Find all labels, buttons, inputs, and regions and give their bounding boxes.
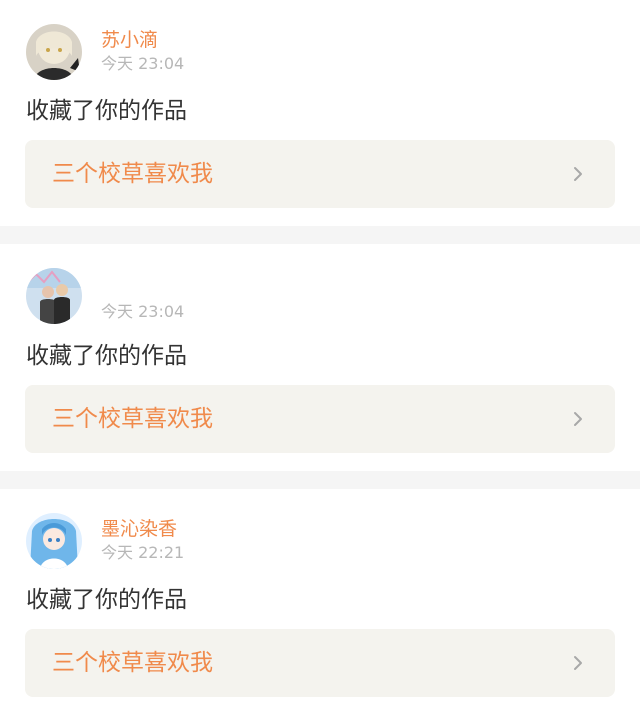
work-link-card[interactable]: 三个校草喜欢我 xyxy=(25,629,615,697)
notification-card: 苏小滴 今天 23:04 收藏了你的作品 三个校草喜欢我 xyxy=(0,0,640,226)
work-title: 三个校草喜欢我 xyxy=(52,161,213,187)
timestamp: 今天 23:04 xyxy=(101,54,185,73)
chevron-right-icon xyxy=(569,410,587,428)
action-text: 收藏了你的作品 xyxy=(26,343,187,369)
work-title: 三个校草喜欢我 xyxy=(52,406,213,432)
blue-anime-avatar-icon[interactable] xyxy=(26,513,82,569)
timestamp: 今天 22:21 xyxy=(101,543,185,562)
couple-photo-avatar-icon[interactable] xyxy=(26,268,82,324)
username[interactable]: 苏小滴 xyxy=(101,29,158,51)
timestamp: 今天 23:04 xyxy=(101,302,185,321)
work-link-card[interactable]: 三个校草喜欢我 xyxy=(25,385,615,453)
notification-card: 今天 23:04 收藏了你的作品 三个校草喜欢我 xyxy=(0,244,640,471)
chevron-right-icon xyxy=(569,165,587,183)
action-text: 收藏了你的作品 xyxy=(26,98,187,124)
work-link-card[interactable]: 三个校草喜欢我 xyxy=(25,140,615,208)
notification-card: 墨沁染香 今天 22:21 收藏了你的作品 三个校草喜欢我 xyxy=(0,489,640,722)
chevron-right-icon xyxy=(569,654,587,672)
username[interactable]: 墨沁染香 xyxy=(101,518,177,540)
action-text: 收藏了你的作品 xyxy=(26,587,187,613)
notification-feed: 苏小滴 今天 23:04 收藏了你的作品 三个校草喜欢我 今天 23:04 收藏… xyxy=(0,0,640,722)
work-title: 三个校草喜欢我 xyxy=(52,650,213,676)
anime-girl-avatar-icon[interactable] xyxy=(26,24,82,80)
